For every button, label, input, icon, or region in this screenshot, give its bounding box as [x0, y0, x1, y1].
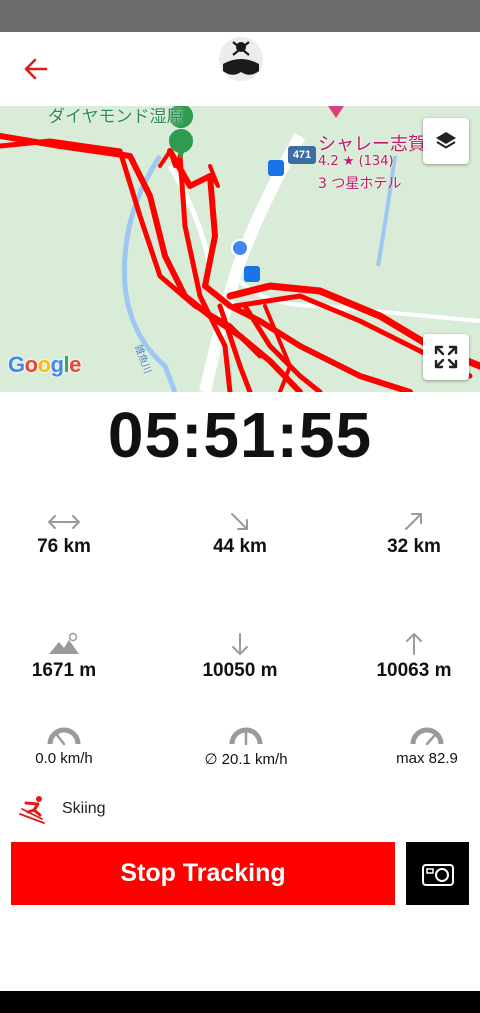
- stat-total-distance: 76 km: [0, 512, 144, 558]
- map-label-hotel-type: 3 つ星ホテル: [318, 176, 402, 192]
- activity-selector[interactable]: Skiing: [18, 794, 106, 824]
- stat-value: 76 km: [37, 536, 91, 557]
- stat-average-speed: ∅ 20.1 km/h: [166, 726, 326, 768]
- map-fullscreen-button[interactable]: [423, 334, 469, 380]
- stat-value: ∅ 20.1 km/h: [204, 751, 288, 768]
- map-view[interactable]: ダイヤモンド湿原 471 シャレー志賀 4.2 ★ (134) 3 つ星ホテル …: [0, 106, 480, 392]
- stat-altitude: 1671 m: [0, 632, 144, 682]
- stat-downhill-distance: 44 km: [160, 512, 320, 558]
- downhill-distance-icon: [231, 513, 248, 530]
- stat-value: 1671 m: [31, 660, 97, 681]
- stat-value: 44 km: [213, 536, 267, 557]
- map-label-hotel-name: シャレー志賀: [318, 134, 426, 155]
- map-label-hotel-rating: 4.2 ★ (134): [318, 154, 394, 169]
- average-speed-icon: [229, 727, 263, 746]
- speedometer-icon: [47, 727, 81, 746]
- back-button[interactable]: [20, 54, 54, 84]
- stat-value: max 82.9: [396, 750, 458, 767]
- stat-current-speed: 0.0 km/h: [0, 726, 144, 767]
- skier-icon: [19, 796, 45, 824]
- back-arrow-icon: [24, 58, 48, 80]
- stat-uphill-distance: 32 km: [334, 512, 480, 558]
- camera-icon: [421, 863, 454, 886]
- altitude-icon: [49, 632, 79, 654]
- stop-tracking-button[interactable]: Stop Tracking: [11, 842, 395, 905]
- stat-value: 0.0 km/h: [35, 750, 93, 767]
- max-speed-icon: [410, 727, 444, 746]
- system-nav-bar: [0, 991, 480, 1013]
- status-bar: [0, 0, 480, 32]
- google-attribution: Google: [8, 352, 81, 377]
- layers-icon: [436, 132, 456, 149]
- camera-button[interactable]: [406, 842, 469, 905]
- top-bar: [0, 32, 480, 106]
- distance-icon: [48, 515, 80, 529]
- map-layers-button[interactable]: [423, 118, 469, 164]
- stat-max-speed: max 82.9: [347, 726, 480, 767]
- uphill-distance-icon: [405, 513, 422, 530]
- expand-icon: [434, 345, 458, 369]
- stat-value: 10063 m: [376, 660, 452, 681]
- app-logo: [218, 36, 264, 82]
- road-number-badge: 471: [288, 146, 316, 164]
- activity-label: Skiing: [62, 800, 106, 817]
- elapsed-time: 05:51:55: [107, 399, 373, 471]
- stat-ascent: 10063 m: [334, 632, 480, 682]
- ascent-icon: [406, 633, 422, 655]
- descent-icon: [232, 633, 248, 655]
- map-label-area: ダイヤモンド湿原: [48, 107, 184, 127]
- stat-value: 10050 m: [202, 660, 278, 681]
- stat-descent: 10050 m: [160, 632, 320, 682]
- stat-value: 32 km: [387, 536, 441, 557]
